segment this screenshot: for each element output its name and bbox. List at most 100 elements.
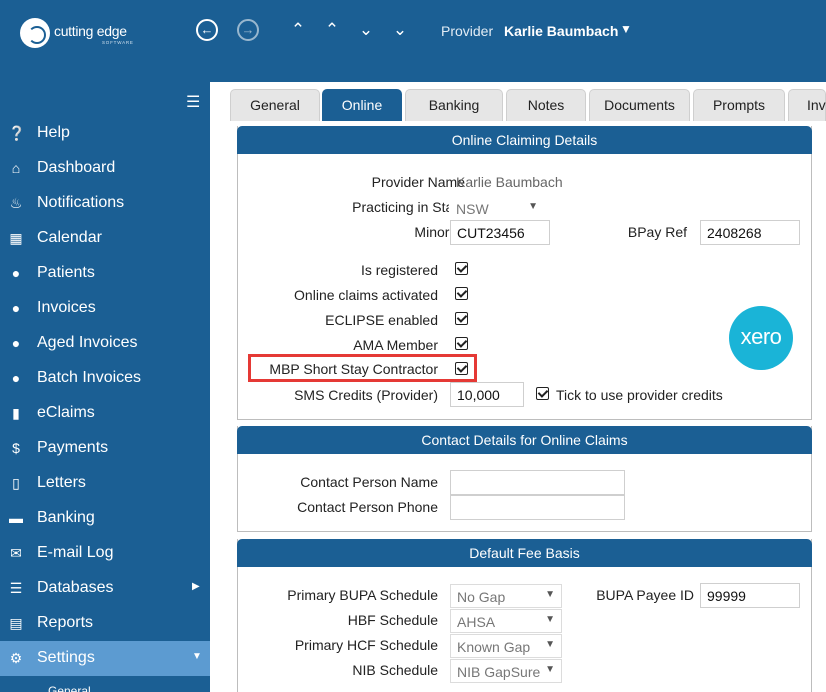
sidebar-item-aged-invoices[interactable]: ● Aged Invoices — [0, 326, 210, 361]
bpay-ref-input[interactable]: 2408268 — [700, 220, 800, 245]
nib-schedule-select[interactable]: NIB GapSure ▼ — [450, 659, 562, 683]
file-icon: ▮ — [12, 405, 20, 421]
caret-down-icon: ▼ — [545, 614, 555, 625]
hbf-schedule-select[interactable]: AHSA ▼ — [450, 609, 562, 633]
tab-prompts[interactable]: Prompts — [693, 89, 785, 121]
panel-title: Default Fee Basis — [237, 539, 812, 567]
tab-invoices[interactable]: Inv — [788, 89, 826, 121]
caret-down-icon: ▼ — [528, 201, 538, 212]
caret-down-icon[interactable]: ▼ — [620, 22, 632, 36]
bupa-schedule-select[interactable]: No Gap ▼ — [450, 584, 562, 608]
fee-basis-panel: Default Fee Basis Primary BUPA Schedule … — [237, 539, 812, 692]
sidebar-item-calendar[interactable]: ▦ Calendar — [0, 221, 210, 256]
logo-icon — [20, 18, 50, 48]
sms-credits-input[interactable]: 10,000 — [450, 382, 524, 407]
sidebar-item-notifications[interactable]: ♨ Notifications — [0, 186, 210, 221]
sidebar-item-banking[interactable]: ▬ Banking — [0, 501, 210, 536]
group-icon: ● — [11, 370, 21, 386]
panel-title: Online Claiming Details — [237, 126, 812, 154]
state-select-value: NSW — [456, 201, 489, 217]
nib-schedule-label: NIB Schedule — [352, 662, 438, 678]
sidebar-item-label: Settings — [37, 649, 95, 666]
forward-circle-icon[interactable]: → — [237, 19, 259, 41]
list-icon: ▤ — [9, 615, 23, 631]
sidebar-item-label: Aged Invoices — [37, 334, 138, 351]
tab-online[interactable]: Online — [322, 89, 402, 121]
bupa-payee-label: BUPA Payee ID — [596, 587, 694, 603]
tab-banking[interactable]: Banking — [405, 89, 503, 121]
eclipse-checkbox[interactable] — [455, 312, 468, 325]
top-bar: cutting edge SOFTWARE ← → ⌃︎ ⌃ ⌄ ⌄ Provi… — [0, 0, 826, 82]
sidebar-item-batch-invoices[interactable]: ● Batch Invoices — [0, 361, 210, 396]
mbp-short-stay-label: MBP Short Stay Contractor — [269, 361, 438, 377]
contact-person-phone-input[interactable] — [450, 495, 625, 520]
sidebar-item-email-log[interactable]: ✉ E-mail Log — [0, 536, 210, 571]
hamburger-menu-icon[interactable]: ☰ — [186, 92, 200, 112]
hcf-schedule-value: Known Gap — [457, 639, 531, 655]
chevron-right-icon: ▶ — [192, 581, 200, 592]
tab-notes[interactable]: Notes — [506, 89, 586, 121]
sidebar-item-eclaims[interactable]: ▮ eClaims — [0, 396, 210, 431]
hcf-schedule-select[interactable]: Known Gap ▼ — [450, 634, 562, 658]
chevron-up-icon[interactable]: ⌃ — [321, 19, 343, 41]
money-icon: ▬ — [9, 510, 23, 526]
use-provider-credits-checkbox[interactable] — [536, 387, 549, 400]
users-icon: ● — [11, 265, 21, 281]
provider-name-value: Karlie Baumbach — [456, 174, 563, 190]
database-icon: ☰ — [9, 580, 23, 596]
home-icon: ⌂ — [11, 160, 21, 176]
user-settings-icon: ⚙ — [9, 650, 23, 666]
ama-member-label: AMA Member — [353, 337, 438, 353]
sidebar-item-settings[interactable]: ⚙ Settings ▼ — [0, 641, 210, 676]
tab-documents[interactable]: Documents — [589, 89, 690, 121]
panel-title: Contact Details for Online Claims — [237, 426, 812, 454]
sidebar-item-help[interactable]: ❔ Help — [0, 116, 210, 151]
sidebar-item-invoices[interactable]: ● Invoices — [0, 291, 210, 326]
aged-user-icon: ● — [11, 335, 21, 351]
contact-person-name-label: Contact Person Name — [300, 474, 438, 490]
ama-member-checkbox[interactable] — [455, 337, 468, 350]
caret-down-icon: ▼ — [545, 664, 555, 675]
sms-credits-label: SMS Credits (Provider) — [294, 387, 438, 403]
sidebar: ☰ ❔ Help ⌂ Dashboard ♨ Notifications ▦ C… — [0, 82, 210, 692]
bupa-payee-input[interactable]: 99999 — [700, 583, 800, 608]
sidebar-item-label: Batch Invoices — [37, 369, 142, 386]
online-claims-checkbox[interactable] — [455, 287, 468, 300]
nib-schedule-value: NIB GapSure — [457, 664, 541, 680]
sidebar-item-databases[interactable]: ☰ Databases ▶ — [0, 571, 210, 606]
sidebar-item-reports[interactable]: ▤ Reports — [0, 606, 210, 641]
sidebar-item-label: Dashboard — [37, 159, 116, 176]
contact-person-name-input[interactable] — [450, 470, 625, 495]
is-registered-checkbox[interactable] — [455, 262, 468, 275]
minor-id-input[interactable]: CUT23456 — [450, 220, 550, 245]
double-chevron-up-icon[interactable]: ⌃︎ — [287, 19, 309, 41]
envelope-icon: ✉ — [10, 545, 22, 561]
back-circle-icon[interactable]: ← — [196, 19, 218, 41]
sidebar-item-patients[interactable]: ● Patients — [0, 256, 210, 291]
sidebar-item-letters[interactable]: ▯ Letters — [0, 466, 210, 501]
sidebar-item-dashboard[interactable]: ⌂ Dashboard — [0, 151, 210, 186]
chevron-down-icon[interactable]: ⌄ — [355, 19, 377, 41]
logo-text: cutting edge — [54, 23, 127, 39]
caret-down-icon: ▼ — [545, 589, 555, 600]
hcf-schedule-label: Primary HCF Schedule — [294, 637, 438, 653]
provider-label: Provider — [441, 23, 494, 39]
double-chevron-down-icon[interactable]: ⌄ — [389, 19, 411, 41]
tab-general[interactable]: General — [230, 89, 320, 121]
bpay-ref-label: BPay Ref — [627, 224, 687, 240]
user-icon: ● — [11, 300, 21, 316]
sidebar-item-payments[interactable]: $ Payments — [0, 431, 210, 466]
logo[interactable]: cutting edge SOFTWARE — [20, 18, 133, 48]
sidebar-item-label: Invoices — [37, 299, 96, 316]
hbf-schedule-label: HBF Schedule — [347, 612, 438, 628]
xero-logo[interactable]: xero — [729, 306, 793, 370]
state-select[interactable]: NSW ▼ — [449, 196, 545, 220]
word-doc-icon: ▯ — [12, 475, 20, 491]
chevron-down-icon: ▼ — [192, 651, 202, 662]
sidebar-subitem-general[interactable]: General — [48, 684, 91, 692]
dollar-icon: $ — [12, 440, 20, 456]
mbp-short-stay-checkbox[interactable] — [455, 362, 468, 375]
sidebar-item-label: Databases — [37, 579, 114, 596]
provider-selector[interactable]: Karlie Baumbach — [504, 23, 618, 39]
help-icon: ❔ — [8, 125, 26, 141]
